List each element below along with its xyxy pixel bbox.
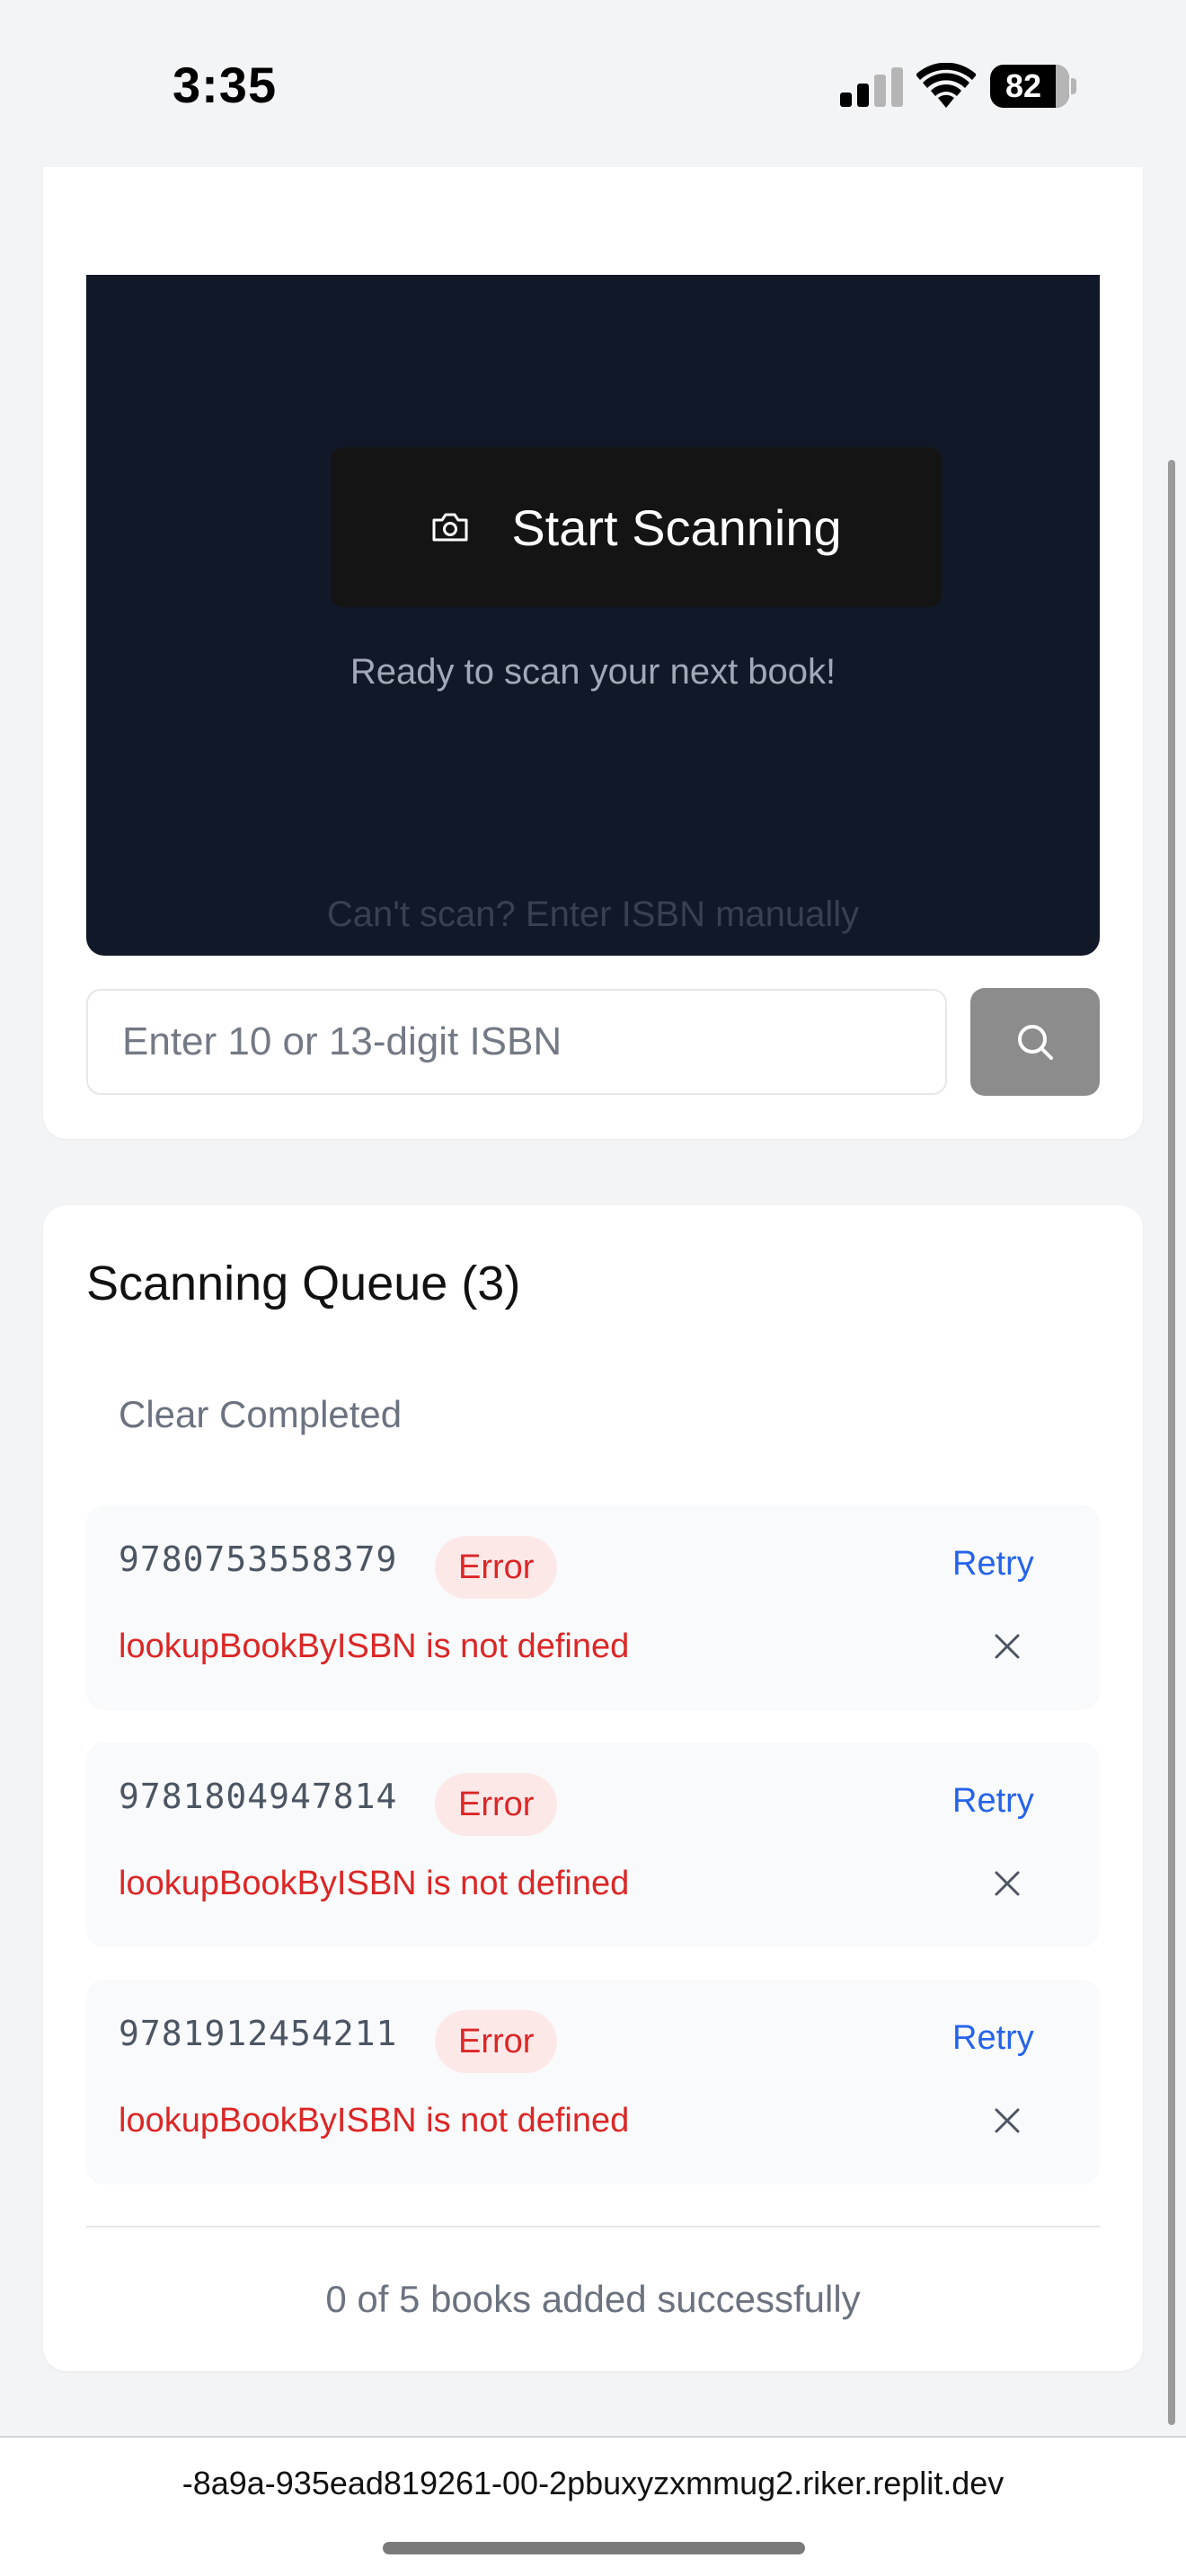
manual-entry-label: Can't scan? Enter ISBN manually <box>326 895 860 934</box>
queue-summary: 0 of 5 books added successfully <box>325 2278 861 2320</box>
camera-icon <box>432 513 468 542</box>
status-badge: Error <box>435 1773 558 1836</box>
wifi-icon <box>916 63 976 108</box>
remove-button[interactable] <box>985 2098 1030 2143</box>
start-scanning-button[interactable]: Start Scanning <box>331 447 942 607</box>
queue-title: Scanning Queue (3) <box>86 1257 521 1310</box>
remove-button[interactable] <box>985 1861 1030 1906</box>
isbn-input[interactable] <box>86 989 947 1095</box>
error-message: lookupBookByISBN is not defined <box>119 1628 630 1665</box>
battery-icon: 82 <box>990 65 1076 108</box>
close-icon <box>995 1871 1020 1896</box>
status-bar: 3:35 82 <box>0 0 1186 167</box>
retry-button[interactable]: Retry <box>952 2019 1034 2058</box>
queue-item: 9780753558379 Error lookupBookByISBN is … <box>86 1505 1100 1710</box>
queue-item: 9781912454211 Error lookupBookByISBN is … <box>86 1980 1100 2184</box>
scrollbar[interactable] <box>1168 460 1175 2425</box>
close-icon <box>995 2108 1020 2133</box>
status-time: 3:35 <box>173 57 278 113</box>
search-icon <box>1018 1025 1053 1060</box>
queue-item-isbn: 9781912454211 <box>119 2014 398 2053</box>
home-indicator[interactable] <box>383 2542 805 2554</box>
battery-level: 82 <box>1005 67 1042 104</box>
start-scanning-label: Start Scanning <box>511 498 842 556</box>
page: 3:35 82 Start Scanning Ready to scan you… <box>0 0 1186 2576</box>
clear-completed-button[interactable]: Clear Completed <box>86 1381 434 1448</box>
scanner-viewport: Start Scanning Ready to scan your next b… <box>86 275 1100 956</box>
queue-item-isbn: 9781804947814 <box>119 1777 398 1816</box>
signal-icon <box>840 67 903 107</box>
remove-button[interactable] <box>985 1624 1030 1669</box>
scanner-status-text: Ready to scan your next book! <box>350 652 836 692</box>
queue-item-isbn: 9780753558379 <box>119 1539 398 1579</box>
url-text[interactable]: -8a9a-935ead819261-00-2pbuxyzxmmug2.rike… <box>0 2465 1186 2502</box>
queue-item: 9781804947814 Error lookupBookByISBN is … <box>86 1742 1100 1947</box>
error-message: lookupBookByISBN is not defined <box>119 2102 630 2139</box>
divider <box>86 2226 1100 2228</box>
status-badge: Error <box>435 2010 558 2073</box>
retry-button[interactable]: Retry <box>952 1782 1034 1821</box>
scanner-card: Start Scanning Ready to scan your next b… <box>43 108 1143 1139</box>
close-icon <box>995 1634 1020 1659</box>
browser-url-bar[interactable]: -8a9a-935ead819261-00-2pbuxyzxmmug2.rike… <box>0 2436 1186 2576</box>
search-button[interactable] <box>970 988 1100 1096</box>
error-message: lookupBookByISBN is not defined <box>119 1865 630 1902</box>
status-badge: Error <box>435 1536 558 1599</box>
retry-button[interactable]: Retry <box>952 1545 1034 1584</box>
